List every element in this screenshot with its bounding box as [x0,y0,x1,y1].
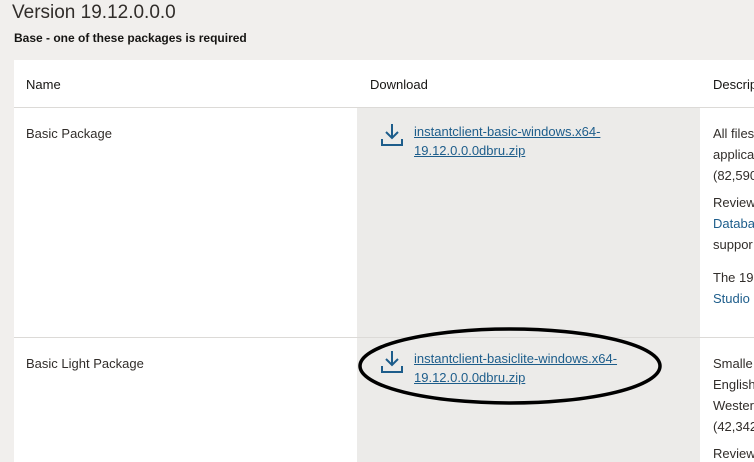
header-description: Descrip [713,77,754,92]
download-link-text[interactable]: instantclient-basic-windows.x64- 19.12.0… [414,122,644,160]
download-basic-package[interactable]: instantclient-basic-windows.x64- 19.12.0… [379,122,659,162]
package-description-note: The 19c Studio [713,267,754,309]
version-title: Version 19.12.0.0.0 [12,2,176,23]
package-description-review: Review [713,446,754,461]
database-link[interactable]: Databa [713,213,754,234]
download-arrow-icon [381,351,403,373]
package-description: Smalle English Wester (42,342 [713,356,754,434]
table-header: Name Download Descrip [14,60,754,108]
packages-table: Name Download Descrip Basic Package inst… [14,60,754,462]
download-link-text[interactable]: instantclient-basiclite-windows.x64- 19.… [414,349,644,387]
package-description-review: Review Databa suppor [713,192,754,255]
section-label: Base - one of these packages is required [14,31,247,45]
download-arrow-icon [381,124,403,146]
table-row: Basic Package instantclient-basic-window… [14,108,754,338]
package-name: Basic Package [26,126,112,141]
package-description: All files applica (82,590 [713,126,754,183]
download-basic-light-package[interactable]: instantclient-basiclite-windows.x64- 19.… [379,349,659,389]
package-name: Basic Light Package [26,356,144,371]
table-row: Basic Light Package instantclient-basicl… [14,338,754,462]
header-name: Name [26,77,61,92]
studio-link[interactable]: Studio [713,288,754,309]
header-download: Download [370,77,428,92]
